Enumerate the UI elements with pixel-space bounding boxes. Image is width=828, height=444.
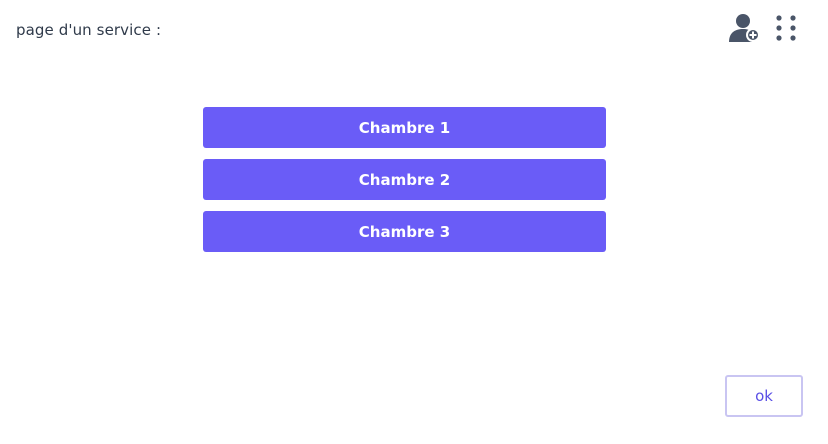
grid-menu-icon[interactable] (774, 12, 798, 48)
ok-button[interactable]: ok (725, 375, 803, 417)
header-icons (728, 12, 798, 48)
add-user-icon[interactable] (728, 12, 762, 48)
room-button-3[interactable]: Chambre 3 (203, 211, 606, 252)
page-title: page d'un service : (16, 21, 162, 39)
room-button-1[interactable]: Chambre 1 (203, 107, 606, 148)
room-button-2[interactable]: Chambre 2 (203, 159, 606, 200)
room-list: Chambre 1 Chambre 2 Chambre 3 (203, 107, 606, 263)
